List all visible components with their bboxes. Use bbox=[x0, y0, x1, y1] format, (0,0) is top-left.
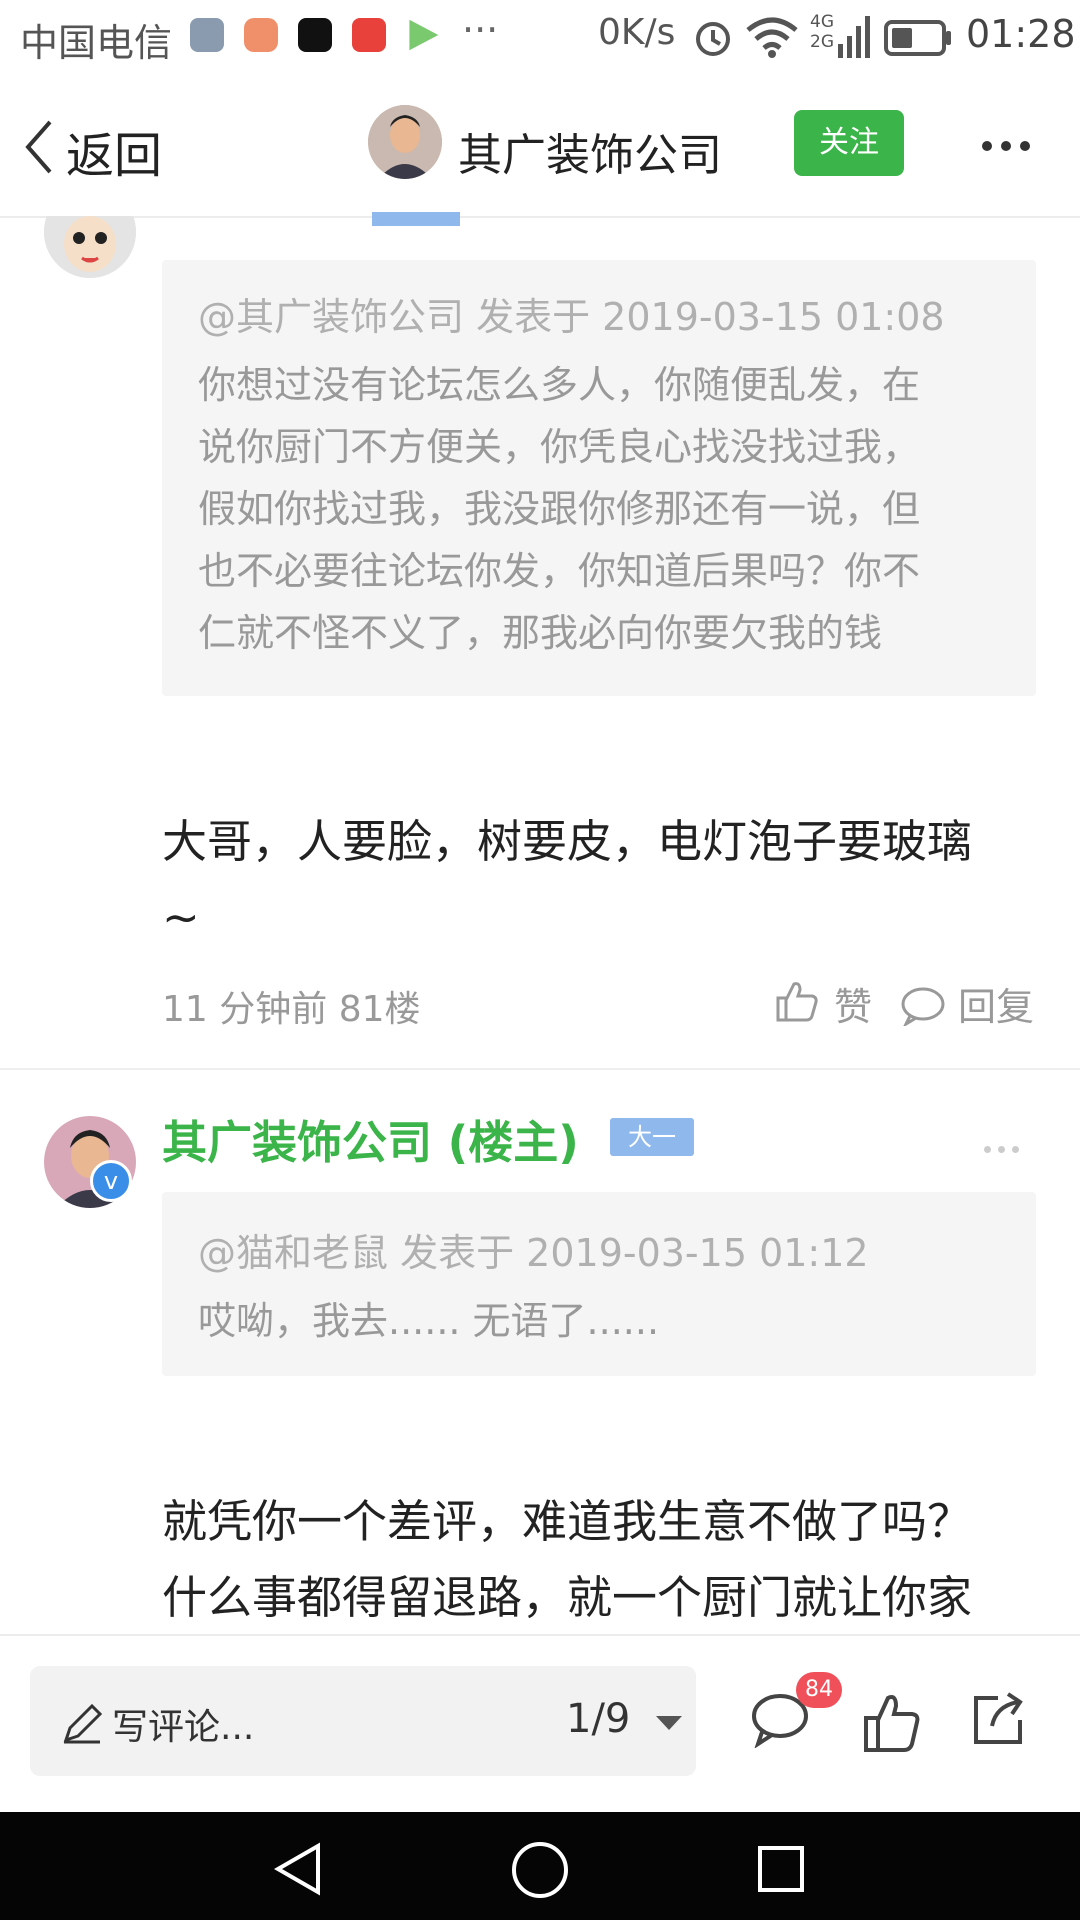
caret-down-icon bbox=[656, 1716, 682, 1730]
home-circle-icon[interactable] bbox=[510, 1840, 570, 1900]
network-type: 4G 2G bbox=[810, 12, 834, 52]
quote-line: 假如你找过我，我没跟你修那还有一说，但 bbox=[198, 487, 921, 531]
like-post-button[interactable] bbox=[856, 1686, 936, 1766]
verified-icon: v bbox=[90, 1160, 132, 1202]
thumbs-up-icon bbox=[864, 1695, 920, 1752]
pencil-icon bbox=[63, 1704, 102, 1744]
chevron-left-icon bbox=[25, 120, 52, 174]
wifi-icon bbox=[746, 17, 798, 58]
level-badge: 大一 bbox=[610, 1118, 694, 1156]
comment-input[interactable]: 写评论... 1/9 bbox=[30, 1666, 696, 1776]
comment-count-badge: 84 bbox=[796, 1672, 842, 1708]
gallery-icon bbox=[190, 18, 224, 52]
like-label: 赞 bbox=[834, 985, 873, 1029]
comment-text: 大哥，人要脸，树要皮，电灯泡子要玻璃 ~ bbox=[162, 804, 1042, 956]
back-button[interactable]: 返回 bbox=[18, 96, 178, 196]
alarm-icon bbox=[696, 22, 730, 56]
comment-placeholder: 写评论... bbox=[112, 1707, 255, 1748]
quote-meta: @猫和老鼠 发表于 2019-03-15 01:12 bbox=[198, 1231, 869, 1275]
comment-meta: 11 分钟前 81楼 bbox=[162, 989, 421, 1030]
post-divider bbox=[0, 1068, 1080, 1070]
comment-line: 大哥，人要脸，树要皮，电灯泡子要玻璃 bbox=[162, 815, 973, 868]
reply-label: 回复 bbox=[958, 985, 1035, 1029]
status-bar: 中国电信 ··· 0K/s 4G 2G 01:28 bbox=[0, 0, 1080, 76]
video-icon bbox=[409, 19, 439, 51]
back-label: 返回 bbox=[66, 128, 163, 184]
bottom-bar: 写评论... 1/9 84 bbox=[0, 1634, 1080, 1814]
share-button[interactable] bbox=[962, 1684, 1042, 1764]
page-selector[interactable]: 1/9 bbox=[556, 1686, 686, 1756]
thumbs-up-icon bbox=[776, 982, 818, 1022]
author-avatar[interactable] bbox=[368, 105, 442, 179]
toutiao-icon bbox=[352, 18, 386, 52]
comment-line: 就凭你一个差评，难道我生意不做了吗？ bbox=[162, 1495, 973, 1548]
page-title: 其广装饰公司 bbox=[458, 130, 722, 181]
reply-button[interactable]: 回复 bbox=[900, 976, 1040, 1032]
more-notifications-icon: ··· bbox=[462, 8, 499, 52]
network-speed: 0K/s bbox=[598, 12, 676, 53]
nav-bar: 返回 其广装饰公司 关注 bbox=[0, 76, 1080, 218]
like-button[interactable]: 赞 bbox=[774, 976, 884, 1032]
quote-line: 你想过没有论坛怎么多人，你随便乱发，在 bbox=[198, 363, 921, 407]
share-icon bbox=[974, 1692, 1023, 1744]
system-nav-bar bbox=[0, 1812, 1080, 1920]
recent-apps-square-icon[interactable] bbox=[756, 1844, 806, 1894]
quote-line: 仁就不怪不义了，那我必向你要欠我的钱 bbox=[198, 611, 883, 655]
comment-text: 就凭你一个差评，难道我生意不做了吗？ 什么事都得留退路，就一个厨门就让你家 bbox=[162, 1484, 1042, 1636]
quote-body: 哎呦，我去...... 无语了...... bbox=[198, 1299, 660, 1343]
battery-icon bbox=[884, 20, 951, 56]
page-indicator: 1/9 bbox=[566, 1696, 631, 1742]
back-triangle-icon[interactable] bbox=[272, 1842, 324, 1896]
app-icon bbox=[244, 18, 278, 52]
quote-body: 你想过没有论坛怎么多人，你随便乱发，在 说你厨门不方便关，你凭良心找没找过我， … bbox=[198, 354, 1018, 664]
comment-bubble-icon bbox=[901, 987, 945, 1026]
quoted-comment[interactable]: @猫和老鼠 发表于 2019-03-15 01:12 哎呦，我去...... 无… bbox=[162, 1192, 1036, 1376]
username[interactable]: 其广装饰公司 (楼主) bbox=[162, 1106, 579, 1171]
follow-button[interactable]: 关注 bbox=[794, 110, 904, 176]
comment-line: ~ bbox=[162, 891, 200, 944]
clock: 01:28 bbox=[966, 12, 1076, 56]
quoted-comment[interactable]: @其广装饰公司 发表于 2019-03-15 01:08 你想过没有论坛怎么多人… bbox=[162, 260, 1036, 696]
quote-line: 说你厨门不方便关，你凭良心找没找过我， bbox=[198, 425, 921, 469]
signal-icon bbox=[838, 16, 870, 58]
post-options-icon[interactable] bbox=[984, 1138, 1019, 1157]
more-options-icon[interactable] bbox=[982, 136, 1039, 155]
level-badge bbox=[372, 212, 460, 226]
quote-meta: @其广装饰公司 发表于 2019-03-15 01:08 bbox=[198, 295, 945, 339]
tiktok-icon bbox=[298, 18, 332, 52]
comment-line: 什么事都得留退路，就一个厨门就让你家 bbox=[162, 1571, 973, 1624]
carrier-label: 中国电信 bbox=[20, 21, 173, 65]
quote-line: 也不必要往论坛你发，你知道后果吗？你不 bbox=[198, 549, 921, 593]
